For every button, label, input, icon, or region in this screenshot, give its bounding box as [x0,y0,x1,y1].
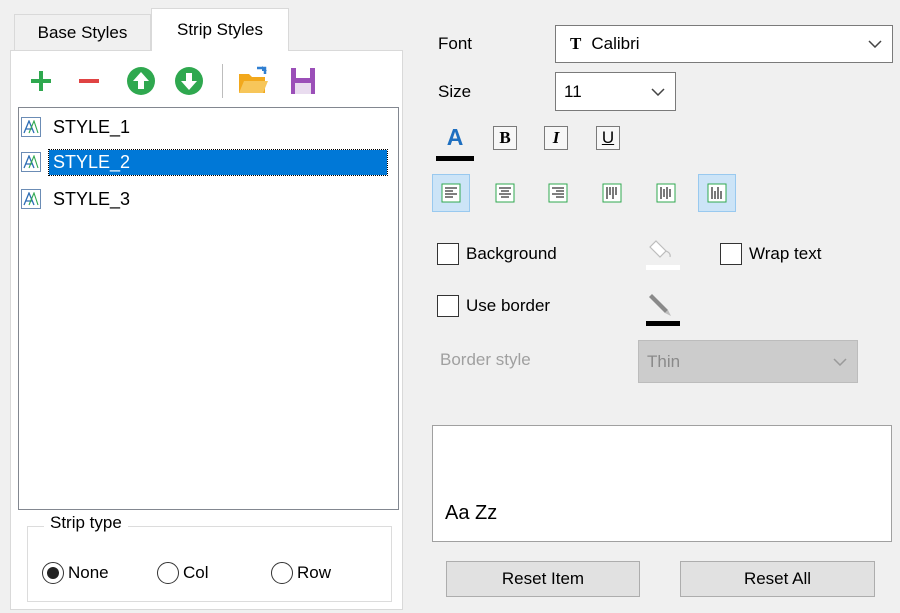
font-select[interactable]: T Calibri [555,25,893,63]
open-folder-icon [239,66,268,93]
underline-icon: U [601,128,615,147]
italic-icon: I [552,128,560,147]
wrap-text-checkbox[interactable]: Wrap text [720,243,821,265]
wrap-text-label: Wrap text [749,244,822,263]
style-list[interactable]: STYLE_1 STYLE_2 STYLE_3 [18,107,399,510]
list-item-label: STYLE_2 [48,148,388,176]
underline-button[interactable]: U [596,126,620,150]
strip-type-none-radio[interactable]: None [42,562,109,584]
radio-label: None [68,563,109,582]
reset-all-label: Reset All [743,569,812,588]
border-style-value: Thin [647,351,681,371]
valign-bottom-button[interactable] [698,174,736,212]
preview-text: Aa Zz [445,502,498,524]
move-up-button[interactable] [123,63,159,99]
reset-item-label: Reset Item [501,569,585,588]
list-item[interactable]: STYLE_3 [20,182,396,216]
truetype-font-icon: T [570,34,582,53]
align-right-icon [548,183,568,203]
strip-type-col-radio[interactable]: Col [157,562,209,584]
tab-base-styles-label: Base Styles [37,22,128,42]
style-preview: Aa Zz [432,425,892,542]
valign-middle-icon [656,183,676,203]
valign-top-icon [602,183,622,203]
radio-label: Row [297,563,332,582]
use-border-checkbox[interactable]: Use border [437,295,550,317]
tab-base-styles[interactable]: Base Styles [14,14,151,50]
use-border-label: Use border [466,296,551,315]
text-style-icon [21,117,41,137]
save-style-button[interactable] [285,63,321,99]
border-style-label: Border style [440,350,531,369]
align-center-button[interactable] [486,174,524,212]
valign-bottom-icon [707,183,727,203]
chevron-down-icon [833,357,847,366]
font-color-button[interactable]: A [436,124,474,164]
move-down-button[interactable] [171,63,207,99]
align-left-button[interactable] [432,174,470,212]
chevron-down-icon [651,87,665,96]
strip-type-row-radio[interactable]: Row [271,562,331,584]
text-style-icon [21,152,41,172]
size-label: Size [438,82,472,101]
strip-type-title: Strip type [44,513,128,533]
border-style-select[interactable]: Thin [638,340,858,383]
font-label: Font [438,34,473,53]
bold-icon: B [499,128,511,147]
italic-button[interactable]: I [544,126,568,150]
radio-label: Col [183,563,209,582]
reset-all-button[interactable]: Reset All [680,561,875,597]
tab-strip-styles-label: Strip Styles [177,20,263,39]
valign-middle-button[interactable] [647,174,685,212]
background-checkbox[interactable]: Background [437,243,557,265]
chevron-down-icon [868,40,882,48]
align-left-icon [441,183,461,203]
bold-button[interactable]: B [493,126,517,150]
save-icon [291,68,315,94]
border-color-button[interactable] [644,288,682,328]
paint-bucket-icon [646,240,680,270]
list-item-label: STYLE_3 [53,188,131,209]
tab-strip-styles[interactable]: Strip Styles [151,8,289,51]
align-center-icon [495,183,515,203]
size-select-value: 11 [564,81,582,101]
list-item[interactable]: STYLE_1 [20,110,396,144]
background-color-button[interactable] [644,235,682,271]
add-style-button[interactable] [23,63,59,99]
text-style-icon [21,189,41,209]
font-color-glyph: A [446,124,464,150]
toolbar-separator [222,64,223,98]
background-label: Background [466,244,557,263]
move-up-icon [127,67,155,95]
add-icon [31,71,51,91]
align-right-button[interactable] [539,174,577,212]
remove-icon [79,79,99,83]
font-select-value: Calibri [591,34,640,53]
list-item[interactable]: STYLE_2 [20,145,396,179]
move-down-icon [175,67,203,95]
size-select[interactable]: 11 [555,72,676,111]
remove-style-button[interactable] [71,63,107,99]
font-color-swatch [436,156,474,161]
list-item-label: STYLE_1 [53,116,131,137]
reset-item-button[interactable]: Reset Item [446,561,640,597]
valign-top-button[interactable] [593,174,631,212]
pencil-icon [646,294,680,326]
open-style-button[interactable] [235,63,271,99]
